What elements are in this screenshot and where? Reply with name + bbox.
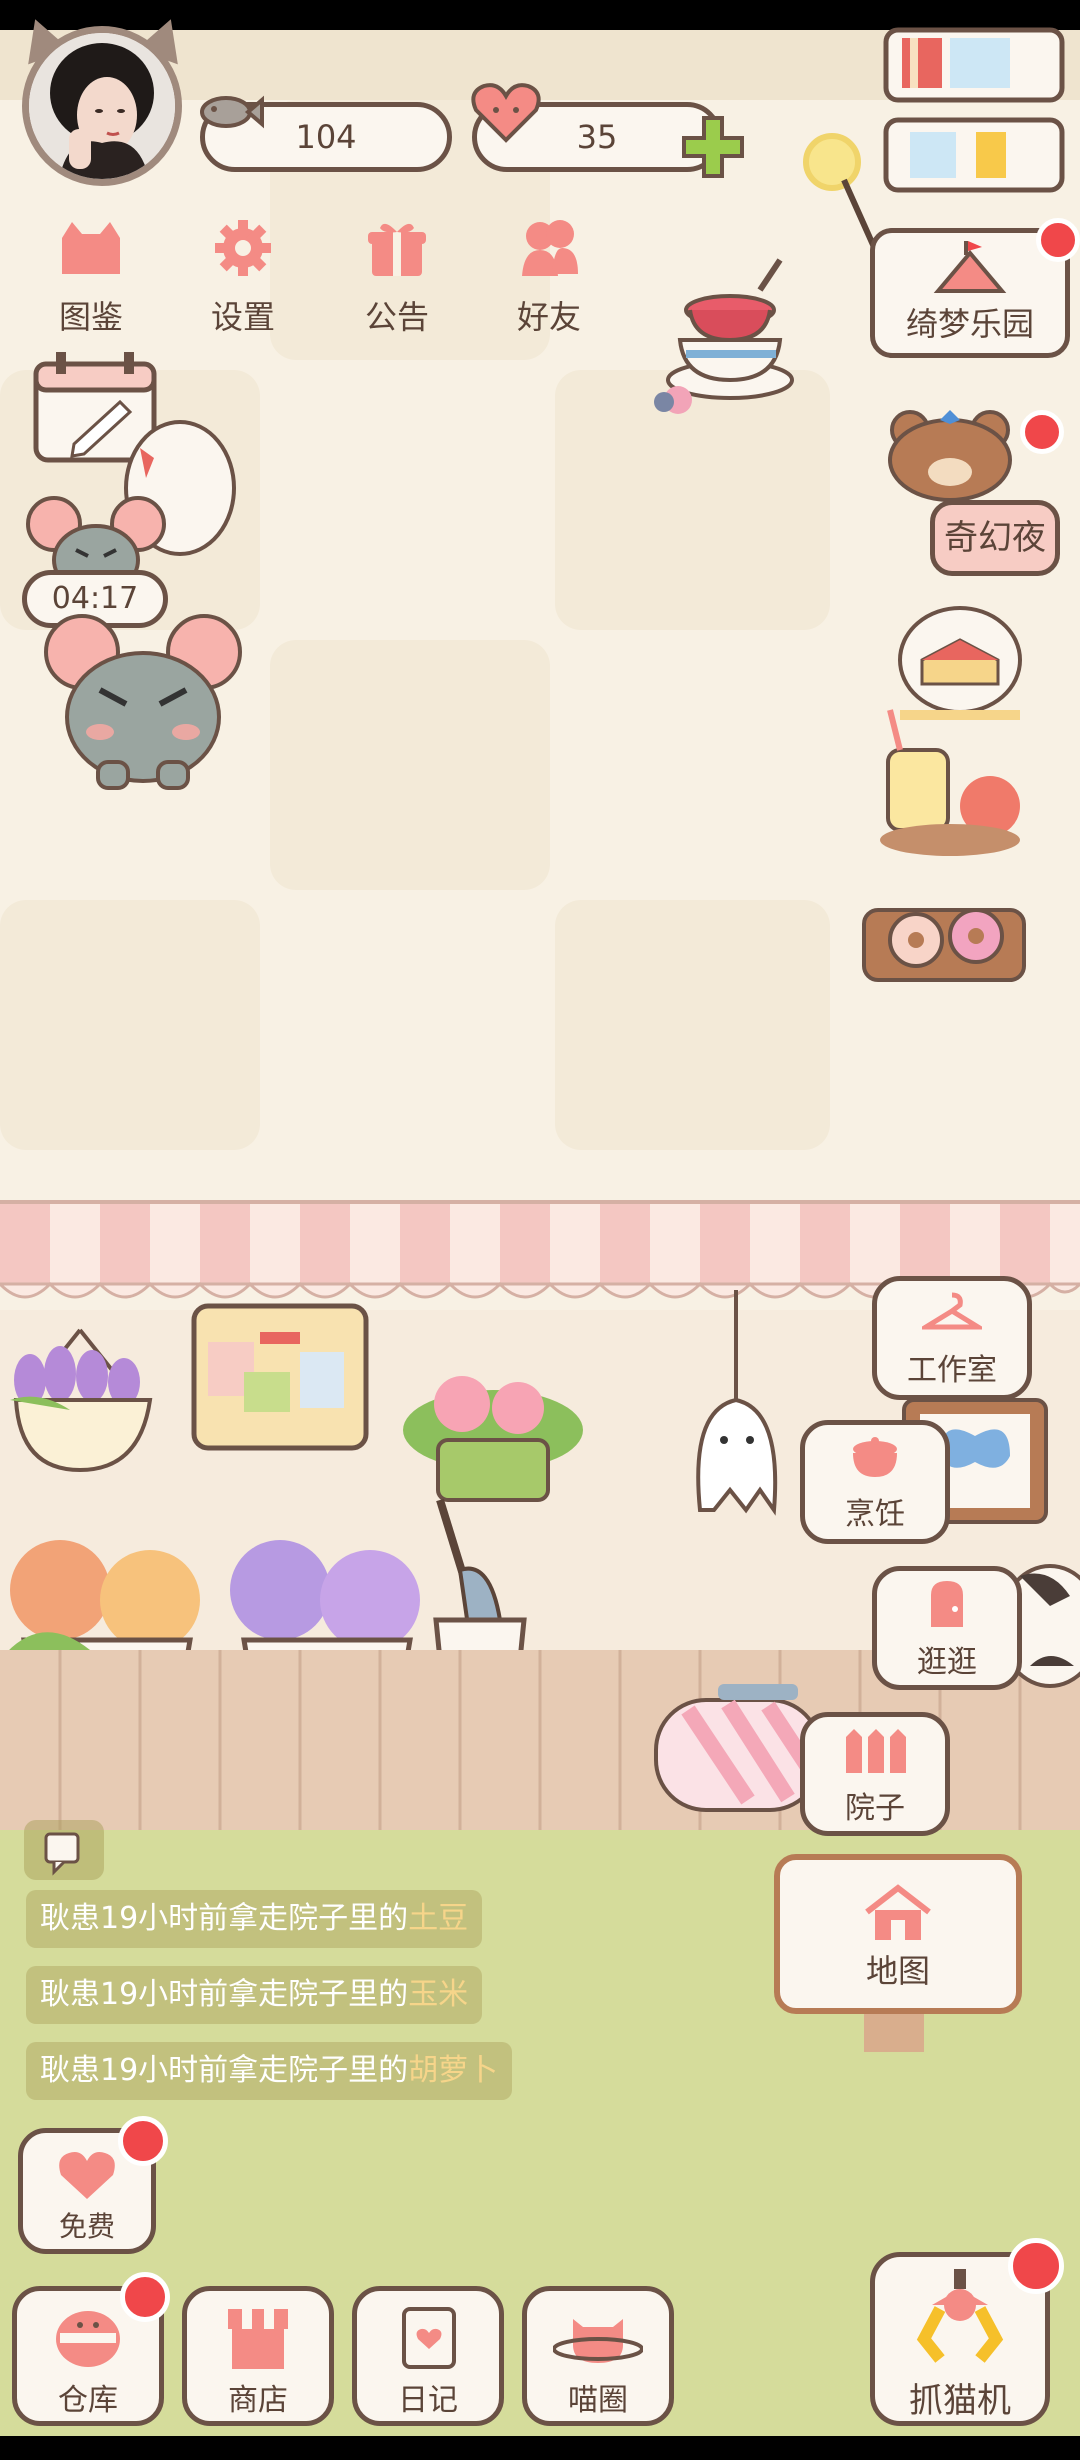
menu-label: 公告 bbox=[364, 298, 429, 336]
fish-icon bbox=[196, 82, 266, 142]
plus-icon bbox=[682, 116, 744, 178]
chat-icon bbox=[44, 1832, 80, 1876]
event-fantasy-night[interactable]: 奇幻夜 bbox=[930, 500, 1060, 576]
notice-board[interactable] bbox=[190, 1302, 370, 1452]
nav-cat-circle[interactable]: 喵圈 bbox=[522, 2286, 674, 2426]
room-label: 烹饪 bbox=[845, 1497, 905, 1532]
room-label: 逛逛 bbox=[917, 1645, 977, 1680]
map-label: 地图 bbox=[865, 1952, 930, 1990]
fence-icon bbox=[846, 1729, 906, 1773]
menu-label: 设置 bbox=[210, 298, 275, 336]
menu-label: 好友 bbox=[516, 298, 581, 336]
map-button[interactable]: 地图 bbox=[774, 1854, 1022, 2014]
floor-tile bbox=[0, 900, 260, 1150]
notification-dot bbox=[1036, 218, 1080, 262]
floor-tile bbox=[270, 640, 550, 890]
avatar[interactable] bbox=[22, 26, 182, 186]
message-text: 耿患19小时前拿走院子里的 bbox=[40, 1901, 409, 1936]
add-hearts-button[interactable] bbox=[678, 112, 748, 182]
hanger-icon bbox=[917, 1292, 987, 1330]
message-item: 胡萝卜 bbox=[408, 2053, 499, 2088]
teacup-decoration bbox=[650, 250, 810, 420]
pot-icon bbox=[853, 1437, 897, 1477]
notification-dot bbox=[120, 2272, 170, 2322]
free-label: 免费 bbox=[58, 2210, 115, 2243]
activity-message: 耿患19小时前拿走院子里的土豆 bbox=[26, 1890, 483, 1948]
timer-text: 04:17 bbox=[51, 581, 139, 616]
fish-count: 104 bbox=[295, 118, 357, 156]
toy-shelf bbox=[880, 24, 1070, 194]
room-button-studio[interactable]: 工作室 bbox=[872, 1276, 1032, 1400]
event-label: 绮梦乐园 bbox=[905, 305, 1034, 343]
heart-cat-icon bbox=[468, 80, 544, 144]
message-item: 玉米 bbox=[408, 1977, 469, 2012]
room-label: 工作室 bbox=[907, 1353, 997, 1388]
nav-shop[interactable]: 商店 bbox=[182, 2286, 334, 2426]
menu-item-settings[interactable]: 设置 bbox=[188, 218, 298, 338]
nav-label: 喵圈 bbox=[568, 2383, 628, 2418]
chat-toggle-button[interactable] bbox=[24, 1820, 104, 1880]
notification-dot bbox=[1008, 2238, 1064, 2294]
donut-tray bbox=[856, 890, 1036, 1000]
room-label: 院子 bbox=[845, 1791, 905, 1826]
menu-item-friends[interactable]: 好友 bbox=[494, 218, 604, 338]
circus-tent-icon bbox=[933, 241, 1007, 293]
floor-tile bbox=[555, 900, 830, 1150]
message-text: 耿患19小时前拿走院子里的 bbox=[40, 2053, 409, 2088]
room-button-cooking[interactable]: 烹饪 bbox=[800, 1420, 950, 1544]
shop-icon bbox=[228, 2309, 288, 2369]
hearts-count: 35 bbox=[576, 118, 618, 156]
event-label: 奇幻夜 bbox=[944, 518, 1046, 558]
angry-mouse[interactable] bbox=[38, 612, 248, 792]
lavender-pot bbox=[0, 1320, 170, 1480]
message-text: 耿患19小时前拿走院子里的 bbox=[40, 1977, 409, 2012]
room-button-browse[interactable]: 逛逛 bbox=[872, 1566, 1022, 1690]
claw-icon bbox=[916, 2269, 1004, 2363]
friends-icon bbox=[522, 220, 578, 276]
menu-item-announcement[interactable]: 公告 bbox=[342, 218, 452, 338]
nav-label: 日记 bbox=[398, 2383, 458, 2418]
claw-label: 抓猫机 bbox=[909, 2381, 1011, 2421]
activity-message: 耿患19小时前拿走院子里的胡萝卜 bbox=[26, 2042, 513, 2100]
storage-icon bbox=[56, 2311, 120, 2367]
dessert-display bbox=[870, 600, 1050, 870]
cat-book-icon bbox=[62, 222, 120, 274]
gift-icon bbox=[368, 223, 426, 276]
hanging-ghost bbox=[690, 1290, 800, 1530]
menu-label: 图鉴 bbox=[58, 298, 123, 336]
system-nav-bar bbox=[0, 2436, 1080, 2460]
message-item: 土豆 bbox=[408, 1901, 469, 1936]
cat-planet-icon bbox=[552, 2319, 644, 2363]
heart-cat-icon bbox=[59, 2152, 115, 2199]
activity-message: 耿患19小时前拿走院子里的玉米 bbox=[26, 1966, 483, 2024]
gear-icon bbox=[215, 220, 271, 276]
pink-flower-pot bbox=[398, 1360, 588, 1510]
nav-diary[interactable]: 日记 bbox=[352, 2286, 504, 2426]
room-button-yard[interactable]: 院子 bbox=[800, 1712, 950, 1836]
notification-dot bbox=[1020, 410, 1064, 454]
avatar-portrait bbox=[29, 33, 175, 179]
house-icon bbox=[865, 1884, 931, 1940]
door-icon bbox=[931, 1581, 963, 1627]
diary-icon bbox=[402, 2307, 456, 2369]
nav-label: 仓库 bbox=[58, 2383, 118, 2418]
nav-label: 商店 bbox=[228, 2383, 288, 2418]
notification-dot bbox=[118, 2116, 168, 2166]
menu-item-catalog[interactable]: 图鉴 bbox=[36, 218, 146, 338]
